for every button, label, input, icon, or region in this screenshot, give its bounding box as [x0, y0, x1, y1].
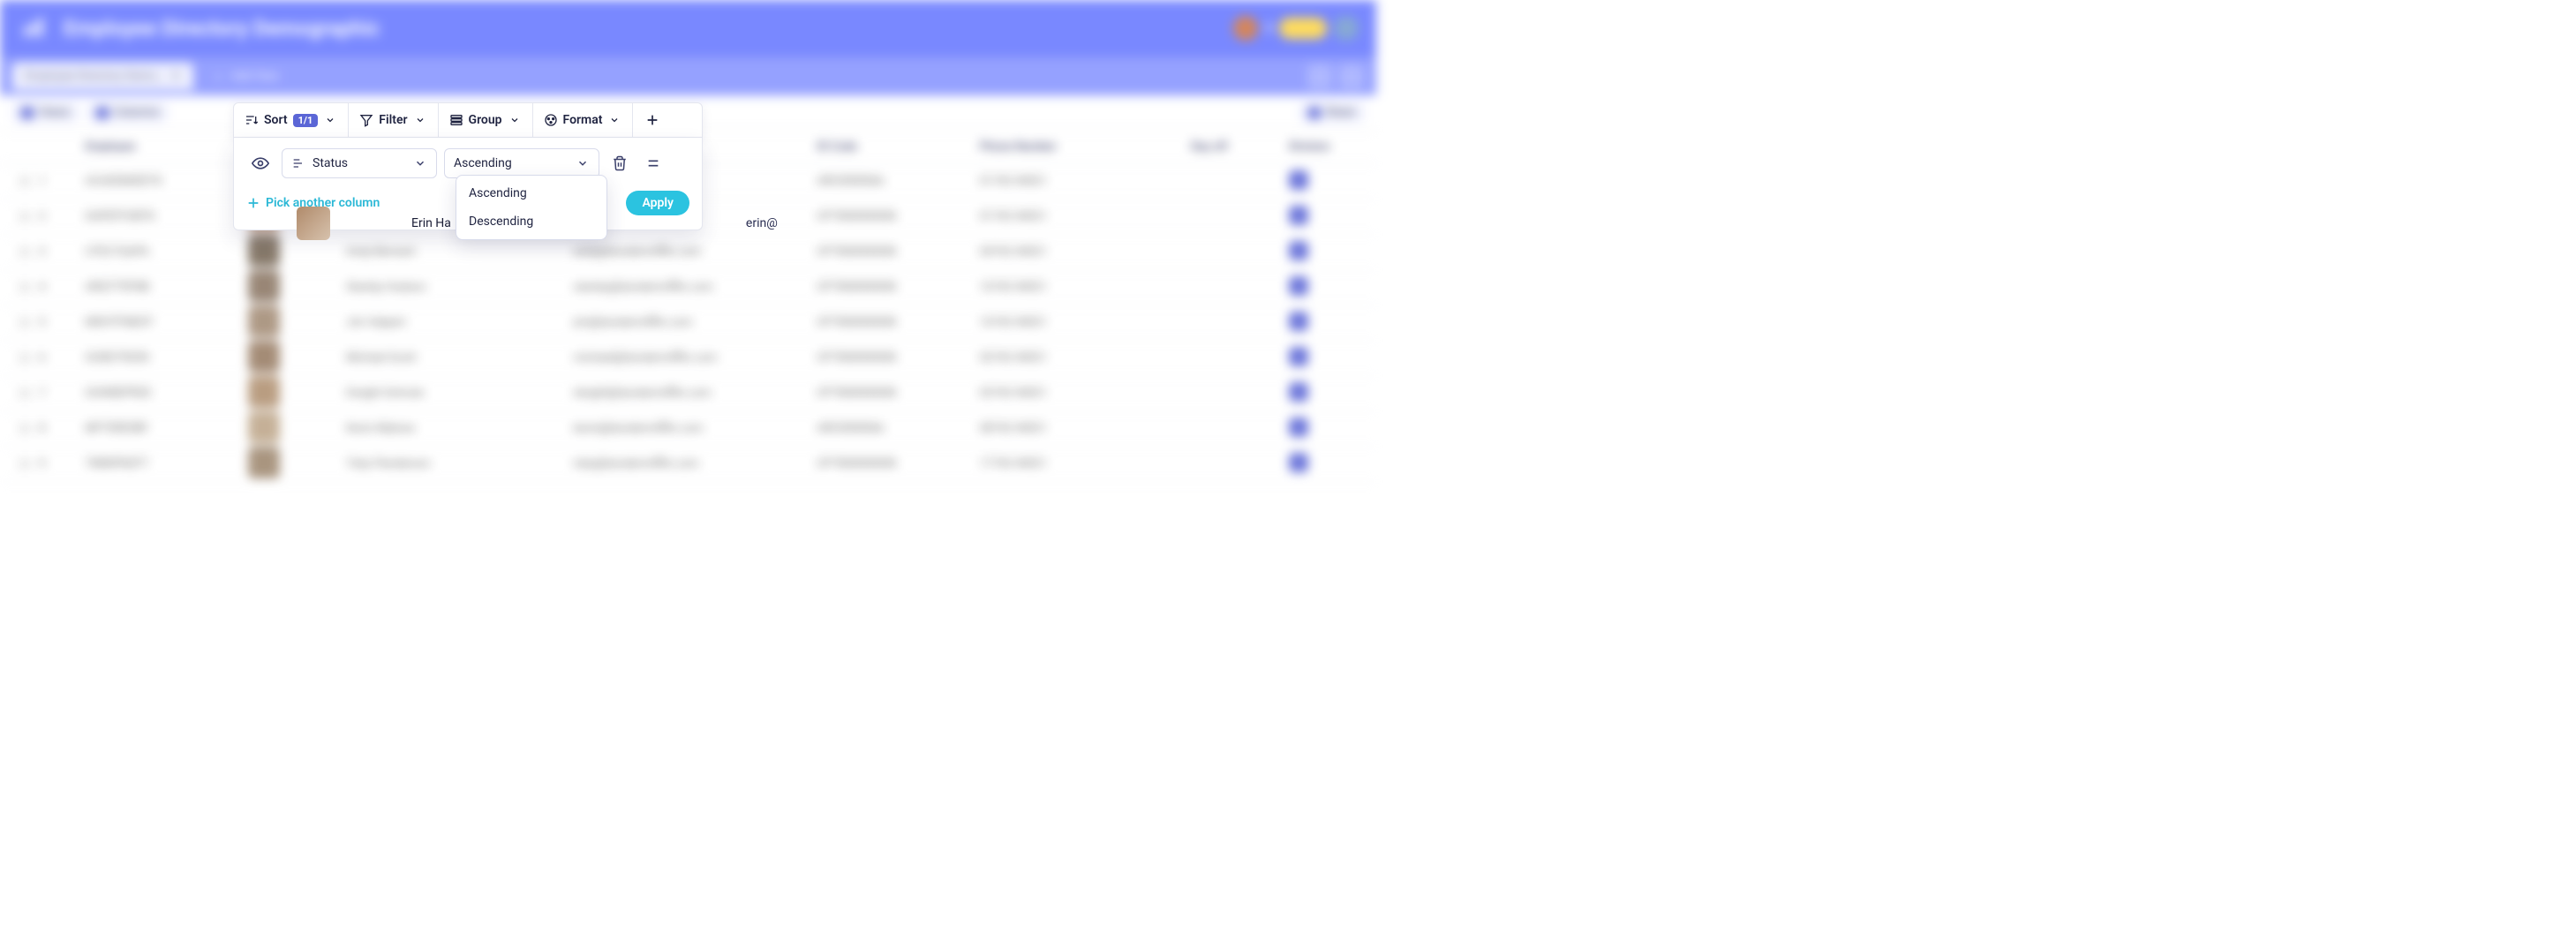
chevron-down-icon	[323, 113, 337, 127]
add-button[interactable]	[633, 103, 672, 137]
add-view-tab[interactable]: ＋ Add View	[200, 61, 292, 92]
share-pill[interactable]: Share	[1299, 102, 1364, 123]
table-row[interactable]: ▢ 4 ARQTT9FNB Stanley Hudson stanley@dun…	[0, 270, 1376, 305]
chevron-down-icon	[508, 113, 522, 127]
chevron-down-icon	[607, 113, 621, 127]
trash-icon	[612, 155, 628, 171]
sort-button[interactable]: Sort 1/1	[234, 103, 349, 137]
chevron-down-icon	[576, 156, 590, 170]
sort-icon	[245, 113, 259, 127]
table-row[interactable]: ▢ 8 MFTERE5BF Kevin Malone kevin@dunderm…	[0, 411, 1376, 447]
chevron-down-icon	[413, 113, 427, 127]
columns-pill[interactable]: Columns	[87, 102, 169, 123]
col-header-idcode: ID Code	[817, 140, 857, 154]
chevron-down-icon	[413, 156, 427, 170]
blurred-background: Employee Directory Demographic 3 Employe…	[0, 0, 1376, 500]
table-row[interactable]: ▢ 7 GOW8EPR2E Dwight Schrute dwight@dund…	[0, 376, 1376, 411]
tabs-bar: Employee Directory Demo… ✕ ＋ Add View	[0, 56, 1376, 95]
table-row[interactable]: ▢ 3 UTEC7QAP6 Andy Bernard andy@dundermi…	[0, 235, 1376, 270]
presence-avatars: 3	[1233, 16, 1359, 41]
sort-count-badge: 1/1	[293, 114, 319, 127]
filter-label: Filter	[379, 113, 407, 127]
toolbar-button-a[interactable]	[1307, 64, 1332, 89]
drag-handle[interactable]	[640, 149, 667, 177]
table-row[interactable]: ▢ 9 TMNIPN2FT Toby Flenderson toby@dunde…	[0, 447, 1376, 482]
group-label: Group	[469, 113, 502, 127]
plus-icon	[645, 113, 659, 127]
filter-button[interactable]: Filter	[349, 103, 438, 137]
sort-direction-select[interactable]: Ascending	[444, 148, 599, 178]
format-label: Format	[563, 113, 603, 127]
plus-icon	[246, 196, 260, 210]
sort-label: Sort	[264, 113, 288, 127]
eye-icon	[252, 154, 269, 172]
drag-icon	[646, 156, 660, 170]
col-header-phone: Phone Number	[980, 140, 1057, 154]
views-pill[interactable]: Views	[12, 102, 79, 123]
group-icon	[449, 113, 463, 127]
format-icon	[544, 113, 558, 127]
add-view-label: Add View	[231, 70, 279, 83]
sort-direction-value: Ascending	[454, 156, 512, 170]
col-header-dayoff: Day off	[1191, 140, 1228, 154]
toolbar-button-b[interactable]	[1339, 64, 1364, 89]
col-header-employee: Employee	[86, 140, 136, 154]
sort-option-ascending[interactable]: Ascending	[456, 179, 606, 207]
sort-column-value: Status	[313, 156, 348, 170]
visible-data-row: Erin Ha erin@	[297, 207, 778, 240]
row-name-fragment: Erin Ha	[411, 216, 451, 230]
col-header-division: Division	[1289, 140, 1329, 154]
filter-icon	[359, 113, 373, 127]
avatar-thumb	[297, 207, 330, 240]
data-toolbar: Sort 1/1 Filter Group Format	[233, 102, 703, 138]
status-column-icon	[291, 156, 305, 170]
format-button[interactable]: Format	[533, 103, 634, 137]
row-email-fragment: erin@	[746, 216, 778, 230]
app-logo	[18, 12, 49, 44]
app-topbar: Employee Directory Demographic 3	[0, 0, 1376, 56]
table-row[interactable]: ▢ 5 MSHTFN8CP Jim Halpert jim@dundermiff…	[0, 305, 1376, 341]
active-tab[interactable]: Employee Directory Demo… ✕	[12, 63, 193, 90]
active-tab-label: Employee Directory Demo…	[25, 70, 164, 83]
document-title: Employee Directory Demographic	[64, 16, 380, 41]
delete-sort-button[interactable]	[606, 149, 633, 177]
sort-column-select[interactable]: Status	[282, 148, 437, 178]
table-row[interactable]: ▢ 6 GO8D7902N Michael Scott michael@dund…	[0, 341, 1376, 376]
group-button[interactable]: Group	[439, 103, 533, 137]
visibility-toggle[interactable]	[246, 149, 275, 177]
